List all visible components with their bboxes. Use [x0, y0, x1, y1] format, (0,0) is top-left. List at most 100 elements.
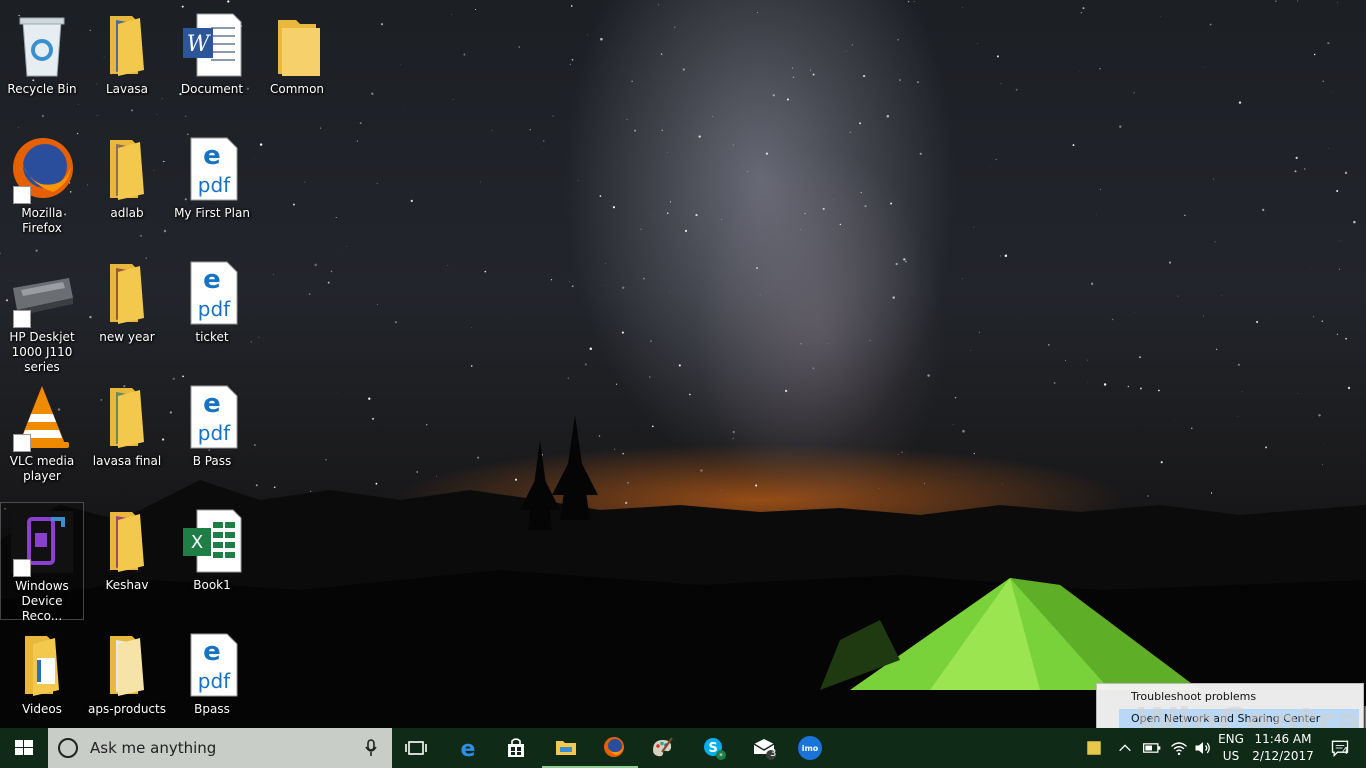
- svg-text:*: *: [719, 752, 723, 760]
- icon-label: aps-products: [88, 702, 166, 716]
- icon-label: Book1: [193, 578, 231, 592]
- desktop-icon-windows-device-recovery[interactable]: Windows Device Reco...: [0, 502, 84, 623]
- icon-label: B Pass: [192, 454, 232, 468]
- word-document-icon: W: [183, 13, 242, 77]
- desktop-icon-document[interactable]: W Document: [170, 6, 254, 124]
- icon-label: HP Deskjet 1000 J110 series: [9, 330, 75, 374]
- firefox-taskbar-button[interactable]: [590, 728, 638, 768]
- folder-icon: [110, 140, 144, 200]
- icon-label: Document: [180, 82, 244, 96]
- pdf-icon: e pdf: [190, 385, 238, 449]
- task-view-icon: [405, 741, 427, 755]
- shortcut-arrow-icon: [13, 310, 31, 328]
- desktop-icon-videos[interactable]: Videos: [0, 626, 84, 728]
- battery-icon: [1143, 743, 1161, 753]
- svg-text:pdf: pdf: [198, 421, 231, 445]
- paint-button[interactable]: [638, 728, 686, 768]
- desktop-icon-firefox[interactable]: Mozilla Firefox: [0, 130, 84, 248]
- speaker-icon: [1195, 742, 1210, 754]
- icon-label: adlab: [110, 206, 144, 220]
- wifi-icon: [1171, 742, 1187, 756]
- folder-icon: [110, 264, 144, 324]
- icon-label: Recycle Bin: [7, 82, 77, 96]
- show-hidden-icons-button[interactable]: [1112, 728, 1138, 768]
- search-placeholder: Ask me anything: [90, 739, 217, 757]
- imo-button[interactable]: imo: [786, 728, 834, 768]
- cortana-icon: [58, 738, 78, 758]
- mail-button[interactable]: 3: [740, 728, 788, 768]
- paint-icon: [653, 737, 673, 757]
- start-button[interactable]: [0, 728, 48, 768]
- notification-count: 4: [1342, 746, 1349, 757]
- pdf-icon: e pdf: [190, 633, 238, 697]
- skype-icon: S *: [704, 738, 726, 760]
- input-language-indicator[interactable]: ENG US: [1216, 728, 1246, 768]
- menu-item-open-network-center[interactable]: Open Network and Sharing Center: [1119, 709, 1359, 729]
- menu-item-troubleshoot[interactable]: Troubleshoot problems: [1131, 687, 1256, 707]
- network-button[interactable]: [1166, 728, 1192, 768]
- shortcut-arrow-icon: [13, 434, 31, 452]
- desktop-icon-adlab[interactable]: adlab: [85, 130, 169, 248]
- skype-button[interactable]: S *: [690, 728, 738, 768]
- shortcut-arrow-icon: [13, 559, 31, 577]
- icon-label: Keshav: [105, 578, 149, 592]
- store-button[interactable]: [492, 728, 540, 768]
- desktop-icon-aps-products[interactable]: aps-products: [85, 626, 169, 728]
- desktop-icon-vlc[interactable]: VLC media player: [0, 378, 84, 496]
- desktop[interactable]: Recycle Bin Lavasa W Document Common Moz…: [0, 0, 1366, 728]
- imo-icon: imo: [798, 736, 822, 760]
- network-context-menu: Troubleshoot problems Open Network and S…: [1096, 683, 1364, 731]
- chevron-up-icon: [1119, 744, 1131, 752]
- desktop-icon-keshav[interactable]: Keshav: [85, 502, 169, 620]
- file-explorer-button[interactable]: [542, 728, 590, 768]
- desktop-icon-common[interactable]: Common: [255, 6, 339, 124]
- folder-icon: [25, 636, 59, 696]
- svg-text:pdf: pdf: [198, 173, 231, 197]
- desktop-icon-lavasa[interactable]: Lavasa: [85, 6, 169, 124]
- recycle-bin-icon: [19, 17, 65, 77]
- desktop-icon-recycle-bin[interactable]: Recycle Bin: [0, 6, 84, 124]
- pdf-icon: e pdf: [190, 137, 238, 201]
- icon-label: Mozilla Firefox: [21, 206, 63, 235]
- language-code: ENG: [1218, 732, 1244, 746]
- folder-icon: [110, 388, 144, 448]
- svg-text:e: e: [203, 637, 221, 667]
- svg-text:e: e: [203, 265, 221, 295]
- volume-button[interactable]: [1190, 728, 1216, 768]
- sticky-note-icon: [1087, 741, 1101, 755]
- taskbar: Ask me anything e S * 3 imo 4: [0, 728, 1366, 768]
- svg-text:e: e: [203, 141, 221, 171]
- task-view-button[interactable]: [392, 728, 440, 768]
- search-box[interactable]: Ask me anything: [48, 728, 392, 768]
- folder-icon: [110, 16, 144, 76]
- desktop-icon-b-pass[interactable]: e pdf B Pass: [170, 378, 254, 496]
- icon-label: Lavasa: [105, 82, 149, 96]
- desktop-icon-my-first-plan[interactable]: e pdf My First Plan: [170, 130, 254, 248]
- shortcut-arrow-icon: [13, 186, 31, 204]
- tray-app-icon[interactable]: [1080, 728, 1108, 768]
- battery-button[interactable]: [1138, 728, 1166, 768]
- region-code: US: [1222, 749, 1240, 763]
- desktop-icon-new-year[interactable]: new year: [85, 254, 169, 372]
- svg-text:W: W: [187, 32, 212, 57]
- clock[interactable]: 11:46 AM 2/12/2017: [1252, 728, 1314, 768]
- clock-date: 2/12/2017: [1252, 749, 1314, 763]
- svg-text:e: e: [461, 737, 476, 760]
- desktop-icon-book1[interactable]: X Book1: [170, 502, 254, 620]
- icon-label: Windows Device Reco...: [15, 579, 69, 623]
- excel-icon: X: [183, 509, 242, 573]
- file-explorer-icon: [556, 741, 576, 755]
- folder-icon: [110, 512, 144, 572]
- edge-button[interactable]: e: [444, 728, 492, 768]
- icon-label: VLC media player: [9, 454, 75, 483]
- imo-label: imo: [801, 743, 819, 753]
- desktop-icon-hp-deskjet[interactable]: HP Deskjet 1000 J110 series: [0, 254, 84, 374]
- svg-text:X: X: [191, 532, 203, 553]
- clock-time: 11:46 AM: [1254, 732, 1312, 746]
- desktop-icon-lavasa-final[interactable]: lavasa final: [85, 378, 169, 496]
- microphone-icon[interactable]: [364, 739, 378, 757]
- folder-icon: [278, 20, 320, 76]
- action-center-button[interactable]: 4: [1318, 728, 1362, 768]
- desktop-icon-ticket[interactable]: e pdf ticket: [170, 254, 254, 372]
- desktop-icon-bpass[interactable]: e pdf Bpass: [170, 626, 254, 728]
